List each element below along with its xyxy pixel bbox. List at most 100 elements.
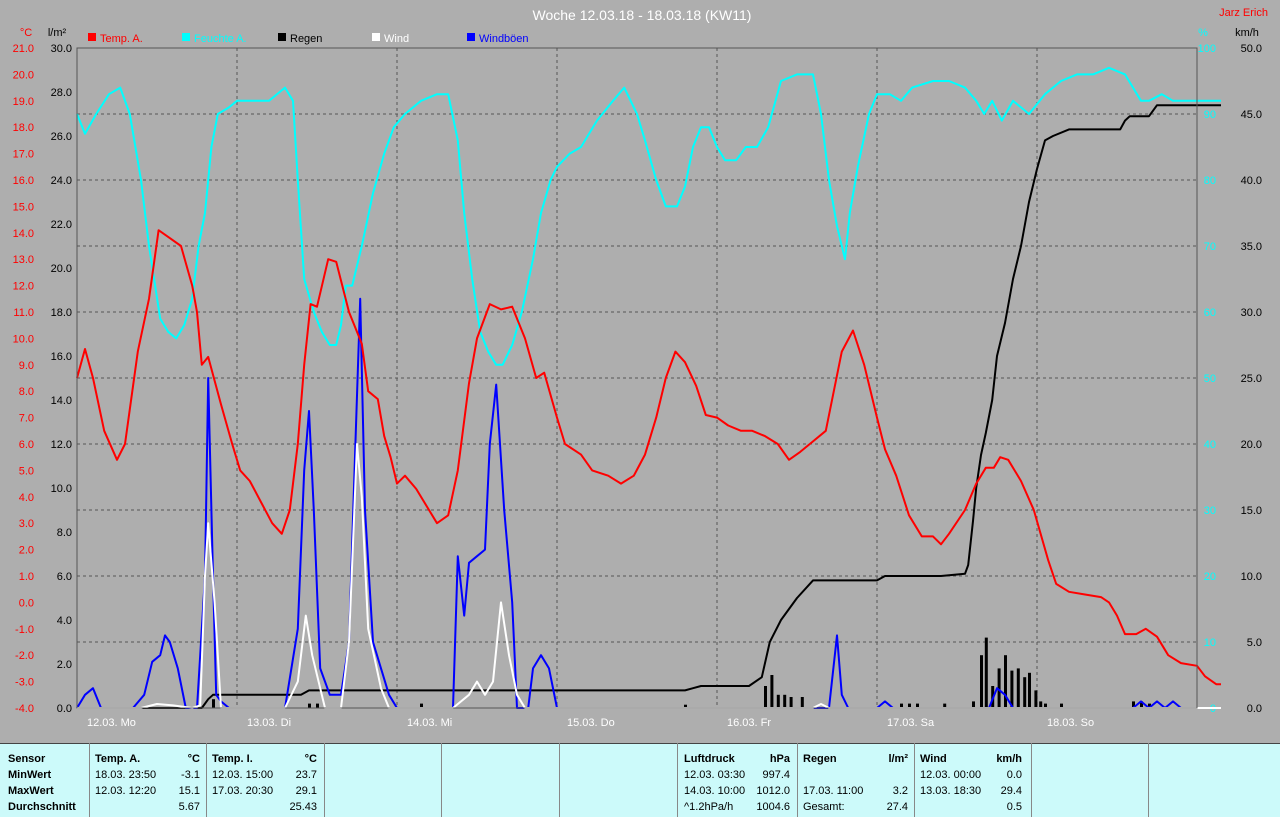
header-temp-a-unit: °C: [187, 753, 200, 765]
humidity-tick-label: 90: [1204, 109, 1216, 121]
stats-divider: [1148, 743, 1149, 817]
pressure-max-time: 14.03. 10:00: [684, 785, 746, 797]
temp-axis-unit: °C: [20, 27, 32, 39]
header-sensor: Sensor: [8, 753, 46, 765]
rain-bar: [764, 686, 767, 708]
rain-tick-label: 18.0: [51, 307, 72, 319]
temp-tick-label: 10.0: [13, 333, 34, 345]
rain-total-label: Gesamt:: [803, 801, 845, 813]
temp-tick-label: -4.0: [15, 703, 34, 715]
rain-bar: [316, 703, 319, 708]
x-tick-label: 15.03. Do: [567, 717, 615, 729]
legend-label: Regen: [290, 33, 322, 45]
rain-bar: [770, 675, 774, 708]
temp-a-max-time: 12.03. 12:20: [95, 785, 157, 797]
rain-max-time: 17.03. 11:00: [803, 785, 864, 797]
row-label-avg: Durchschnitt: [8, 801, 76, 813]
stats-divider: [441, 743, 442, 817]
humidity-tick-label: 30: [1204, 505, 1216, 517]
rain-bar: [1010, 670, 1014, 708]
humidity-tick-label: 100: [1198, 43, 1216, 55]
humidity-tick-label: 70: [1204, 241, 1216, 253]
legend-label: Temp. A.: [100, 33, 143, 45]
wind-tick-label: 20.0: [1241, 439, 1262, 451]
wind-axis-unit: km/h: [1235, 27, 1259, 39]
temp-tick-label: 11.0: [13, 307, 34, 319]
rain-bar: [1004, 655, 1007, 708]
pressure-avg: 1004.6: [756, 801, 790, 813]
rain-tick-label: 16.0: [51, 351, 72, 363]
temp-tick-label: 13.0: [13, 254, 34, 266]
chart-background: [0, 0, 1280, 743]
temp-a-avg: 5.67: [178, 801, 200, 813]
rain-tick-label: 8.0: [57, 527, 72, 539]
wind-min: 0.0: [1006, 769, 1022, 781]
temp-a-min: -3.1: [181, 769, 200, 781]
wind-avg: 0.5: [1006, 801, 1022, 813]
temp-tick-label: 9.0: [19, 360, 34, 372]
stats-divider: [797, 743, 798, 817]
x-tick-label: 13.03. Di: [247, 717, 291, 729]
temp-tick-label: -3.0: [15, 677, 34, 689]
x-tick-label: 18.03. So: [1047, 717, 1094, 729]
temp-a-max: 15.1: [178, 785, 200, 797]
pressure-trend: ^1.2hPa/h: [684, 801, 734, 813]
rain-tick-label: 14.0: [51, 395, 72, 407]
temp-i-max: 29.1: [295, 785, 317, 797]
rain-bar: [984, 637, 988, 708]
temp-tick-label: 18.0: [13, 122, 34, 134]
temp-tick-label: 8.0: [19, 386, 34, 398]
temp-tick-label: 21.0: [13, 43, 34, 55]
stats-divider: [677, 743, 678, 817]
stats-divider: [89, 743, 90, 817]
wind-max: 29.4: [1000, 785, 1022, 797]
humidity-axis-unit: %: [1198, 27, 1208, 39]
stats-divider: [1031, 743, 1032, 817]
stats-table: Sensor MinWert MaxWert Durchschnitt Temp…: [0, 743, 1280, 817]
header-rain-unit: l/m²: [888, 753, 908, 765]
rain-bar: [980, 655, 983, 708]
temp-tick-label: 15.0: [13, 201, 34, 213]
humidity-tick-label: 50: [1204, 373, 1216, 385]
humidity-tick-label: 60: [1204, 307, 1216, 319]
rain-bar: [1028, 672, 1031, 708]
legend-swatch: [467, 33, 475, 41]
x-tick-label: 12.03. Mo: [87, 717, 136, 729]
temp-a-min-time: 18.03. 23:50: [95, 769, 157, 781]
rain-bar: [212, 699, 215, 708]
wind-tick-label: 45.0: [1241, 109, 1262, 121]
rain-tick-label: 22.0: [51, 219, 72, 231]
wind-tick-label: 5.0: [1247, 637, 1262, 649]
x-tick-label: 16.03. Fr: [727, 717, 771, 729]
humidity-tick-label: 80: [1204, 175, 1216, 187]
stats-divider: [914, 743, 915, 817]
temp-tick-label: 4.0: [19, 492, 34, 504]
rain-tick-label: 30.0: [51, 43, 72, 55]
stats-divider: [559, 743, 560, 817]
temp-tick-label: 17.0: [13, 149, 34, 161]
rain-axis-unit: l/m²: [48, 27, 67, 39]
wind-tick-label: 0.0: [1247, 703, 1262, 715]
temp-tick-label: 12.0: [13, 281, 34, 293]
legend-label: Feuchte A.: [194, 33, 247, 45]
temp-i-min: 23.7: [295, 769, 317, 781]
stats-divider: [324, 743, 325, 817]
humidity-tick-label: 40: [1204, 439, 1216, 451]
wind-tick-label: 50.0: [1241, 43, 1262, 55]
rain-tick-label: 12.0: [51, 439, 72, 451]
temp-tick-label: -2.0: [15, 650, 34, 662]
wind-tick-label: 25.0: [1241, 373, 1262, 385]
x-tick-label: 14.03. Mi: [407, 717, 452, 729]
header-temp-a: Temp. A.: [95, 753, 141, 765]
weather-chart: Woche 12.03.18 - 18.03.18 (KW11) Jarz Er…: [0, 0, 1280, 743]
temp-tick-label: 20.0: [13, 69, 34, 81]
temp-tick-label: 0.0: [19, 597, 34, 609]
rain-tick-label: 26.0: [51, 131, 72, 143]
header-wind: Wind: [920, 753, 947, 765]
header-pressure-unit: hPa: [769, 753, 790, 765]
rain-bar: [783, 694, 787, 708]
rain-tick-label: 20.0: [51, 263, 72, 275]
temp-tick-label: 7.0: [19, 413, 34, 425]
rain-tick-label: 0.0: [57, 703, 72, 715]
rain-total: 27.4: [886, 801, 908, 813]
